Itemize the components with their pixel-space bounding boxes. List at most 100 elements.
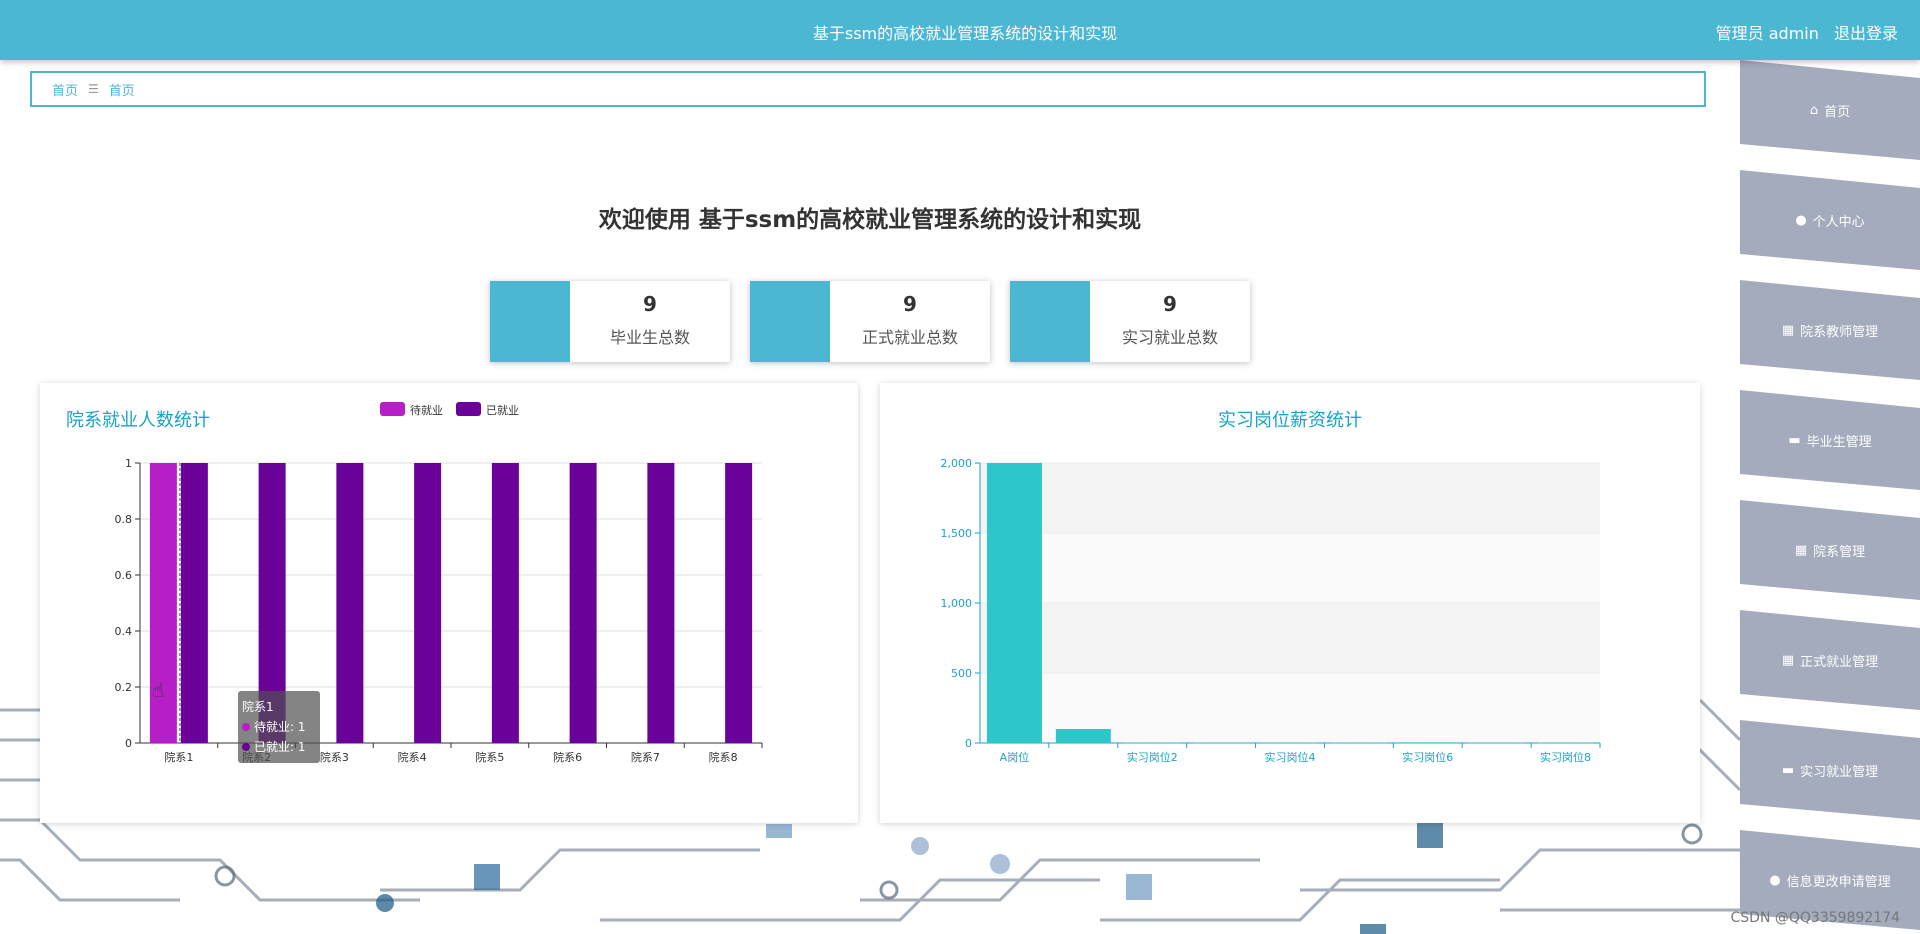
logout-button[interactable]: 退出登录 <box>1834 24 1898 43</box>
tooltip-title: 院系1 <box>242 700 274 714</box>
user-icon: ● <box>1769 872 1781 888</box>
pending-dot-icon <box>242 723 250 731</box>
sidebar-item-graduates[interactable]: ▬ 毕业生管理 <box>1740 390 1920 490</box>
y-tick-label: 0.6 <box>115 569 133 582</box>
department-employment-panel: 院系就业人数统计 待就业已就业00.20.40.60.81院系1院系2院系3院系… <box>40 383 858 823</box>
salary-bar <box>1469 742 1525 744</box>
bar-employed <box>336 463 364 743</box>
user-box: 管理员 admin 退出登录 <box>1706 20 1898 44</box>
salary-bar <box>1055 729 1111 743</box>
salary-bar <box>1193 742 1249 744</box>
home-icon: ⌂ <box>1809 102 1819 118</box>
employed-dot-icon <box>242 743 250 751</box>
y-tick-label: 0.2 <box>115 681 133 694</box>
sidebar-item-label: 正式就业管理 <box>1800 654 1879 670</box>
sidebar-item-label: 院系管理 <box>1813 544 1866 560</box>
stat-card-formal-employment: 9 正式就业总数 <box>750 281 990 362</box>
chart-tooltip: 院系1 待就业: 1 已就业: 1 <box>238 691 320 763</box>
breadcrumb-current[interactable]: 首页 <box>109 80 135 99</box>
sidebar-item-label: 首页 <box>1824 104 1851 120</box>
salary-bar <box>1538 742 1594 744</box>
sidebar: ⌂ 首页 ● 个人中心 ▦ 院系教师管理 ▬ 毕业生管理 ▦ 院系管理 ▦ 正式… <box>1740 60 1920 934</box>
stat-value: 9 <box>643 292 657 316</box>
grid-band <box>980 533 1600 603</box>
x-tick-label: 院系7 <box>631 750 660 764</box>
stat-color-block <box>490 281 570 362</box>
sidebar-item-label: 个人中心 <box>1812 214 1865 230</box>
stat-card-graduates: 9 毕业生总数 <box>490 281 730 362</box>
sidebar-item-home[interactable]: ⌂ 首页 <box>1740 60 1920 160</box>
y-tick-label: 0 <box>965 737 972 750</box>
x-tick-label: 院系1 <box>164 750 193 764</box>
top-header: 基于ssm的高校就业管理系统的设计和实现 管理员 admin 退出登录 <box>0 0 1920 60</box>
legend-label: 待就业 <box>410 403 443 417</box>
stat-value: 9 <box>903 292 917 316</box>
x-tick-label: 院系4 <box>398 750 427 764</box>
x-tick-label: 实习岗位6 <box>1402 750 1453 764</box>
y-tick-label: 0 <box>125 737 132 750</box>
chart1-title: 院系就业人数统计 <box>66 410 210 431</box>
chart2-title: 实习岗位薪资统计 <box>1218 410 1362 431</box>
salary-bar <box>986 463 1042 743</box>
sidebar-item-label: 毕业生管理 <box>1806 434 1872 450</box>
sidebar-item-profile[interactable]: ● 个人中心 <box>1740 170 1920 270</box>
x-tick-label: A岗位 <box>1000 750 1030 764</box>
x-tick-label: 实习岗位4 <box>1265 750 1316 764</box>
salary-bar <box>1262 742 1318 744</box>
sidebar-item-formal-employment[interactable]: ▦ 正式就业管理 <box>1740 610 1920 710</box>
stat-value: 9 <box>1163 292 1177 316</box>
bar-employed <box>414 463 442 743</box>
stat-card-internship: 9 实习就业总数 <box>1010 281 1250 362</box>
user-icon: ● <box>1795 212 1807 228</box>
tooltip-line: 待就业: 1 <box>254 720 306 734</box>
stat-color-block <box>1010 281 1090 362</box>
chat-icon: ▬ <box>1781 762 1795 778</box>
salary-bar <box>1124 742 1180 744</box>
y-tick-label: 1,500 <box>941 527 973 540</box>
bar-employed <box>180 463 208 743</box>
app-title: 基于ssm的高校就业管理系统的设计和实现 <box>812 24 1118 43</box>
bar-employed <box>569 463 597 743</box>
chat-icon: ▬ <box>1788 432 1801 448</box>
tooltip-line: 已就业: 1 <box>254 740 306 754</box>
breadcrumb: 首页 ☰ 首页 <box>30 71 1706 107</box>
department-employment-chart: 待就业已就业00.20.40.60.81院系1院系2院系3院系4院系5院系6院系… <box>115 402 763 764</box>
stat-label: 毕业生总数 <box>609 328 690 347</box>
breadcrumb-home-link[interactable]: 首页 <box>52 80 78 99</box>
grid-band <box>980 603 1600 673</box>
grid-band <box>980 463 1600 533</box>
legend-swatch <box>456 402 481 416</box>
grid-icon: ▦ <box>1781 322 1795 338</box>
x-tick-label: 院系5 <box>475 750 504 764</box>
y-tick-label: 1,000 <box>941 597 973 610</box>
welcome-heading: 欢迎使用 基于ssm的高校就业管理系统的设计和实现 <box>598 207 1142 233</box>
salary-bar <box>1331 742 1387 744</box>
user-role: 管理员 admin <box>1715 24 1819 43</box>
y-tick-label: 1 <box>125 457 132 470</box>
internship-salary-chart: 0 500 1,000 1,500 2,000 A岗位 实习岗位2 实习岗位4 实习岗位6 实习岗… <box>941 457 1601 764</box>
hand-cursor-icon: ☝ <box>152 678 165 702</box>
stat-label: 实习就业总数 <box>1121 328 1218 347</box>
sidebar-item-internship[interactable]: ▬ 实习就业管理 <box>1740 720 1920 820</box>
sidebar-item-label: 院系教师管理 <box>1800 324 1879 340</box>
x-tick-label: 院系6 <box>553 750 582 764</box>
y-tick-label: 2,000 <box>941 457 973 470</box>
watermark: CSDN @QQ3359892174 <box>1730 910 1900 926</box>
stat-label: 正式就业总数 <box>861 328 958 347</box>
grid-icon: ▦ <box>1781 652 1795 668</box>
stat-color-block <box>750 281 830 362</box>
salary-bar <box>1400 742 1456 744</box>
bar-employed <box>647 463 675 743</box>
x-tick-label: 实习岗位8 <box>1540 750 1591 764</box>
y-tick-label: 0.4 <box>115 625 133 638</box>
sidebar-item-teachers[interactable]: ▦ 院系教师管理 <box>1740 280 1920 380</box>
bar-employed <box>491 463 519 743</box>
x-tick-label: 实习岗位2 <box>1127 750 1178 764</box>
sidebar-item-label: 实习就业管理 <box>1800 764 1879 780</box>
sidebar-item-departments[interactable]: ▦ 院系管理 <box>1740 500 1920 600</box>
x-tick-label: 院系3 <box>320 750 349 764</box>
y-tick-label: 0.8 <box>115 513 133 526</box>
bar-employed <box>725 463 753 743</box>
y-tick-label: 500 <box>951 667 972 680</box>
breadcrumb-separator-icon: ☰ <box>88 82 99 96</box>
